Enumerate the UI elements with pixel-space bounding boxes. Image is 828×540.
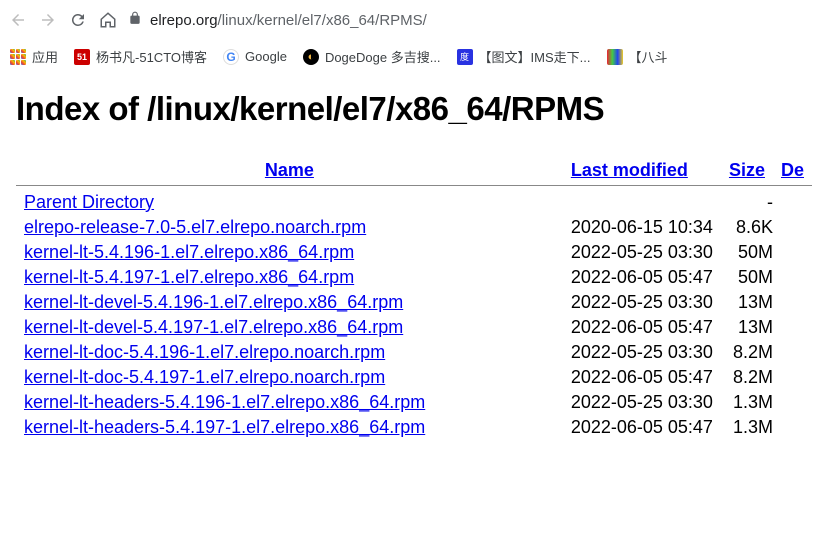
bookmark-label: 【图文】IMS走下...: [479, 47, 591, 66]
file-size: 50M: [721, 240, 773, 265]
table-row: kernel-lt-devel-5.4.197-1.el7.elrepo.x86…: [16, 315, 812, 340]
file-link[interactable]: kernel-lt-headers-5.4.196-1.el7.elrepo.x…: [24, 392, 425, 412]
table-row: kernel-lt-5.4.196-1.el7.elrepo.x86_64.rp…: [16, 240, 812, 265]
bookmark-item[interactable]: 【八斗: [607, 47, 668, 66]
bookmark-label: DogeDoge 多吉搜...: [325, 47, 441, 66]
file-size: 13M: [721, 315, 773, 340]
file-link[interactable]: kernel-lt-headers-5.4.197-1.el7.elrepo.x…: [24, 417, 425, 437]
file-size: 8.6K: [721, 215, 773, 240]
file-link[interactable]: kernel-lt-5.4.196-1.el7.elrepo.x86_64.rp…: [24, 242, 354, 262]
favicon-icon: ◐: [303, 49, 319, 65]
file-size: 8.2M: [721, 340, 773, 365]
table-row: kernel-lt-devel-5.4.196-1.el7.elrepo.x86…: [16, 290, 812, 315]
file-size: 8.2M: [721, 365, 773, 390]
home-button[interactable]: [98, 10, 118, 30]
file-modified: 2022-06-05 05:47: [563, 365, 721, 390]
back-button[interactable]: [8, 10, 28, 30]
bookmark-label: 【八斗: [629, 47, 668, 66]
parent-directory-row: Parent Directory -: [16, 190, 812, 215]
bookmark-label: Google: [245, 49, 287, 64]
table-row: kernel-lt-doc-5.4.197-1.el7.elrepo.noarc…: [16, 365, 812, 390]
forward-button[interactable]: [38, 10, 58, 30]
sort-name-link[interactable]: Name: [265, 160, 314, 180]
file-modified: 2022-05-25 03:30: [563, 240, 721, 265]
file-size: 50M: [721, 265, 773, 290]
bookmarks-bar: 应用 51 杨书凡-51CTO博客 G Google ◐ DogeDoge 多吉…: [0, 40, 828, 74]
reload-icon: [69, 11, 87, 29]
file-modified: 2022-06-05 05:47: [563, 415, 721, 440]
file-link[interactable]: kernel-lt-doc-5.4.196-1.el7.elrepo.noarc…: [24, 342, 385, 362]
directory-listing: Name Last modified Size De Parent Direct…: [16, 156, 812, 440]
bookmark-item[interactable]: ◐ DogeDoge 多吉搜...: [303, 47, 441, 66]
file-link[interactable]: kernel-lt-doc-5.4.197-1.el7.elrepo.noarc…: [24, 367, 385, 387]
bookmark-item[interactable]: 51 杨书凡-51CTO博客: [74, 47, 207, 66]
file-modified: 2020-06-15 10:34: [563, 215, 721, 240]
page-title: Index of /linux/kernel/el7/x86_64/RPMS: [16, 90, 812, 128]
bookmark-item[interactable]: 度 【图文】IMS走下...: [457, 47, 591, 66]
file-size: 1.3M: [721, 415, 773, 440]
address-bar[interactable]: elrepo.org/linux/kernel/el7/x86_64/RPMS/: [128, 11, 820, 29]
sort-desc-link[interactable]: De: [781, 160, 804, 180]
file-size: -: [721, 190, 773, 215]
table-header-row: Name Last modified Size De: [16, 156, 812, 186]
favicon-icon: 51: [74, 49, 90, 65]
table-row: kernel-lt-5.4.197-1.el7.elrepo.x86_64.rp…: [16, 265, 812, 290]
favicon-icon: 度: [457, 49, 473, 65]
lock-icon: [128, 11, 142, 29]
page-content: Index of /linux/kernel/el7/x86_64/RPMS N…: [0, 74, 828, 456]
browser-toolbar: elrepo.org/linux/kernel/el7/x86_64/RPMS/: [0, 0, 828, 40]
table-row: kernel-lt-doc-5.4.196-1.el7.elrepo.noarc…: [16, 340, 812, 365]
table-row: kernel-lt-headers-5.4.196-1.el7.elrepo.x…: [16, 390, 812, 415]
favicon-icon: G: [223, 49, 239, 65]
file-link[interactable]: kernel-lt-5.4.197-1.el7.elrepo.x86_64.rp…: [24, 267, 354, 287]
file-link[interactable]: kernel-lt-devel-5.4.196-1.el7.elrepo.x86…: [24, 292, 403, 312]
file-size: 13M: [721, 290, 773, 315]
file-modified: 2022-05-25 03:30: [563, 340, 721, 365]
table-row: kernel-lt-headers-5.4.197-1.el7.elrepo.x…: [16, 415, 812, 440]
apps-label: 应用: [32, 47, 58, 66]
file-modified: [563, 190, 721, 215]
file-modified: 2022-06-05 05:47: [563, 315, 721, 340]
favicon-icon: [607, 49, 623, 65]
url-text: elrepo.org/linux/kernel/el7/x86_64/RPMS/: [150, 12, 427, 29]
reload-button[interactable]: [68, 10, 88, 30]
file-link[interactable]: elrepo-release-7.0-5.el7.elrepo.noarch.r…: [24, 217, 366, 237]
home-icon: [99, 11, 117, 29]
arrow-left-icon: [9, 11, 27, 29]
bookmark-item[interactable]: G Google: [223, 49, 287, 65]
sort-size-link[interactable]: Size: [729, 160, 765, 180]
arrow-right-icon: [39, 11, 57, 29]
bookmark-label: 杨书凡-51CTO博客: [96, 47, 207, 66]
parent-directory-link[interactable]: Parent Directory: [24, 192, 154, 212]
apps-button[interactable]: 应用: [10, 47, 58, 66]
file-size: 1.3M: [721, 390, 773, 415]
file-link[interactable]: kernel-lt-devel-5.4.197-1.el7.elrepo.x86…: [24, 317, 403, 337]
table-row: elrepo-release-7.0-5.el7.elrepo.noarch.r…: [16, 215, 812, 240]
file-modified: 2022-05-25 03:30: [563, 290, 721, 315]
apps-icon: [10, 49, 26, 65]
file-modified: 2022-06-05 05:47: [563, 265, 721, 290]
sort-modified-link[interactable]: Last modified: [571, 160, 688, 180]
file-modified: 2022-05-25 03:30: [563, 390, 721, 415]
